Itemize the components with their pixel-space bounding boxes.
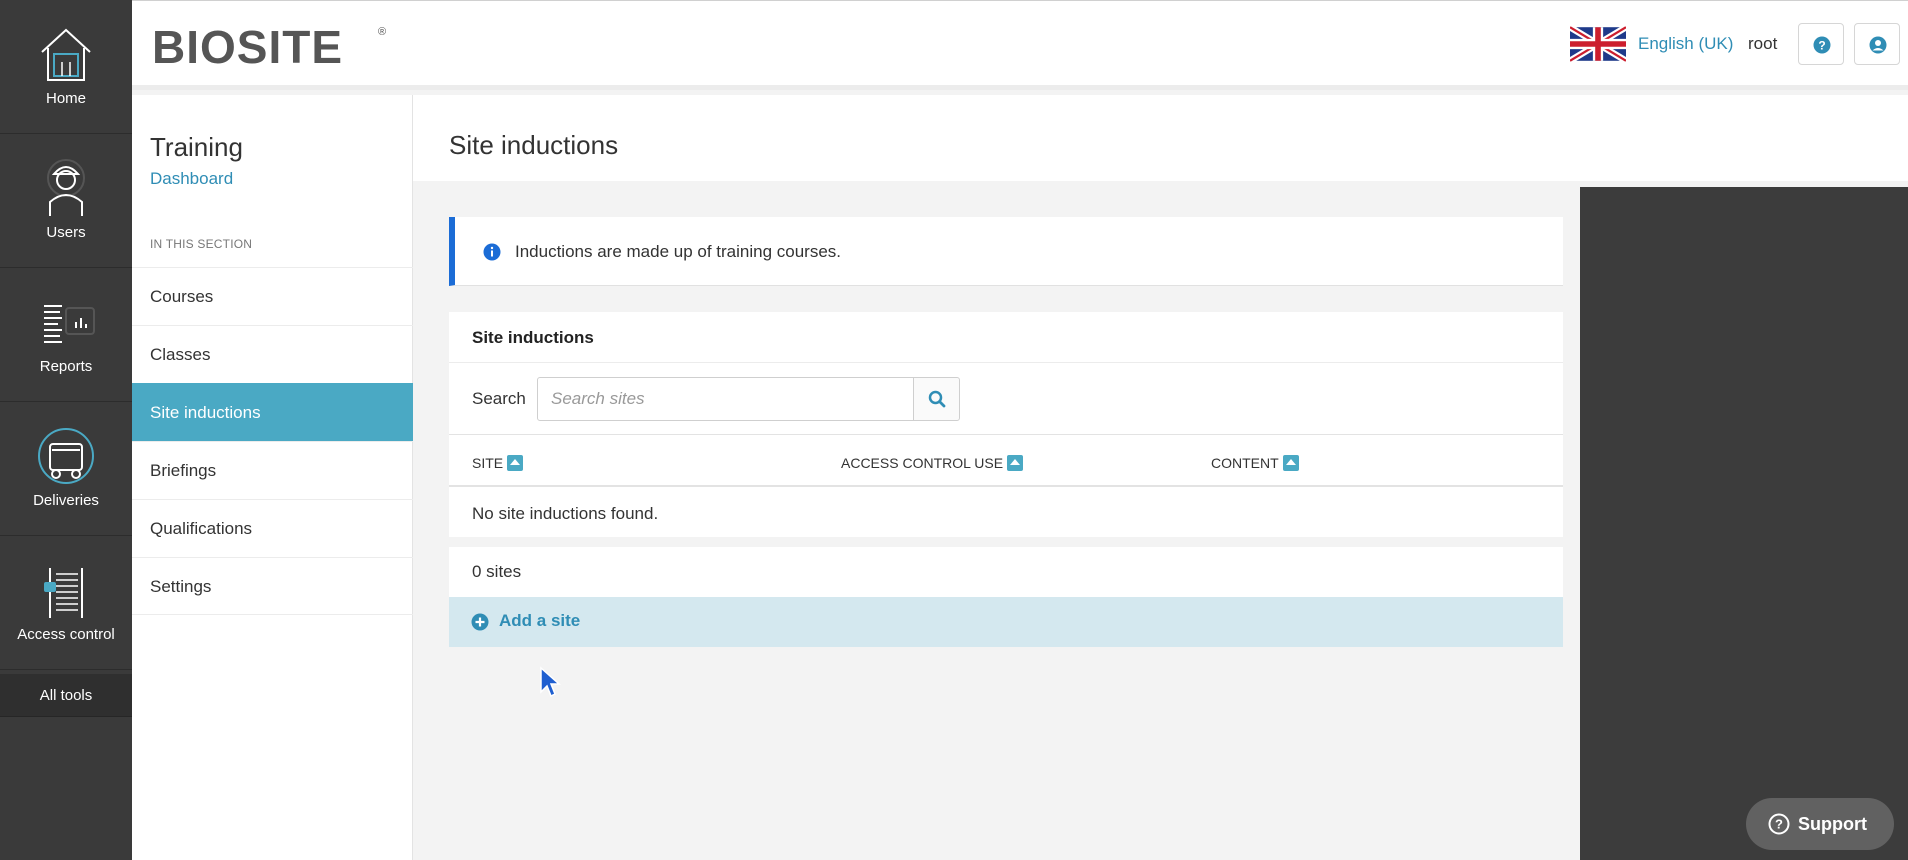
sidebar-item-briefings[interactable]: Briefings [132,441,413,499]
rail-label: Home [45,90,86,107]
username: root [1748,34,1778,53]
page-header: Site inductions [413,95,1908,181]
table-header: SITE ACCESS CONTROL USE CONTENT [449,435,1563,487]
rail-item-users[interactable]: Users [0,134,132,268]
uk-flag-icon[interactable] [1570,26,1626,62]
column-label: SITE [472,455,504,471]
table-footer: 0 sites Add a site [449,547,1563,647]
column-header-content[interactable]: CONTENT [1211,455,1299,471]
sort-asc-icon[interactable] [1282,455,1299,471]
panel-title: Site inductions [472,328,594,347]
rail-item-access-control[interactable]: Access control [0,536,132,670]
side-overlay-panel [1580,187,1908,860]
svg-text:?: ? [1818,39,1825,53]
rail-label: Users [46,224,86,241]
section-sidebar: Training Dashboard IN THIS SECTION Cours… [132,95,413,860]
help-button[interactable]: ? [1798,23,1844,65]
search-row: Search [449,363,1563,435]
profile-button[interactable] [1854,23,1900,65]
sidebar-nav: Courses Classes Site inductions Briefing… [132,267,413,615]
question-circle-icon: ? [1768,813,1790,835]
app-rail: Home Users Reports Deliveries Access con… [0,0,132,860]
search-input[interactable] [537,377,914,421]
add-site-label: Add a site [499,611,581,630]
column-header-site[interactable]: SITE [472,455,524,471]
section-title: Training [150,132,243,162]
plus-circle-icon [471,613,489,631]
support-button[interactable]: ? Support [1746,798,1894,850]
search-button[interactable] [913,377,960,421]
sidebar-item-qualifications[interactable]: Qualifications [132,499,413,557]
info-icon [483,243,501,261]
sort-asc-icon[interactable] [1007,455,1024,471]
column-label: ACCESS CONTROL USE [841,455,1004,471]
biosite-logo[interactable]: BIOSITE ® [152,21,392,69]
sort-asc-icon[interactable] [507,455,524,471]
sidebar-item-settings[interactable]: Settings [132,557,413,615]
sidebar-item-courses[interactable]: Courses [132,267,413,325]
rail-label: Reports [39,358,93,375]
user-circle-icon [1869,36,1887,54]
question-icon: ? [1813,36,1831,54]
reports-icon [44,305,95,343]
add-site-button[interactable]: Add a site [449,597,1563,647]
rail-label: Access control [17,626,115,643]
support-label: Support [1798,814,1867,834]
empty-message: No site inductions found. [472,504,659,523]
info-text: Inductions are made up of training cours… [515,242,842,261]
turnstile-icon [44,568,83,618]
rail-item-home[interactable]: Home [0,0,132,134]
sidebar-item-site-inductions[interactable]: Site inductions [132,383,413,441]
rail-label: Deliveries [33,492,99,509]
worker-icon [47,159,85,216]
column-header-access-control-use[interactable]: ACCESS CONTROL USE [841,455,1024,471]
svg-text:?: ? [1775,817,1783,832]
column-label: CONTENT [1211,455,1279,471]
search-label: Search [472,389,526,408]
all-tools-button[interactable]: All tools [0,674,132,717]
site-inductions-panel: Site inductions Search SITE ACCESS CONTR… [449,312,1563,537]
section-label: IN THIS SECTION [150,237,253,251]
rail-item-deliveries[interactable]: Deliveries [0,402,132,536]
svg-text:®: ® [378,26,386,38]
search-icon [928,390,946,408]
home-icon [41,28,91,81]
page-title: Site inductions [449,130,619,160]
top-header: BIOSITE ® English (UK) root ? [132,0,1908,90]
info-alert: Inductions are made up of training cours… [449,217,1563,286]
truck-icon [38,428,94,484]
dashboard-link[interactable]: Dashboard [150,169,233,189]
svg-text:BIOSITE: BIOSITE [152,21,343,69]
mouse-cursor-icon [540,666,561,698]
rail-item-reports[interactable]: Reports [0,268,132,402]
panel-header: Site inductions [449,312,1563,363]
result-count: 0 sites [472,562,522,581]
sidebar-item-classes[interactable]: Classes [132,325,413,383]
language-selector[interactable]: English (UK) [1638,34,1733,54]
